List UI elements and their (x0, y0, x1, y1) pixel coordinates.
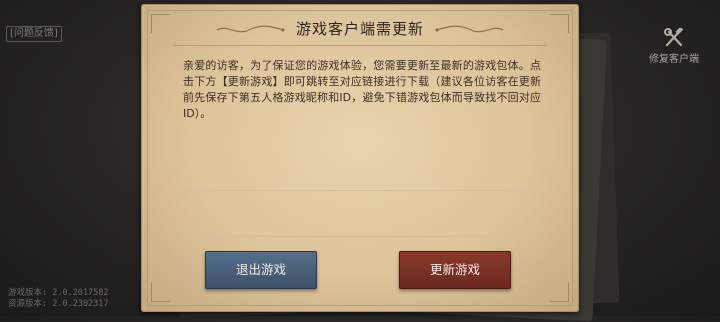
paper-rule-line (181, 236, 539, 237)
paper-rule-line (181, 190, 539, 191)
update-message: 亲爱的访客，为了保证您的游戏体验，您需要更新至最新的游戏包体。点击下方【更新游戏… (183, 59, 541, 120)
update-game-button[interactable]: 更新游戏 (399, 251, 511, 289)
repair-client-button[interactable]: 修复客户端 (640, 28, 708, 65)
update-dialog: 游戏客户端需更新 亲爱的访客，为了保证您的游戏体验，您需要更新至最新的游戏包体。… (141, 4, 579, 312)
wrench-hammer-icon (664, 28, 684, 47)
corner-ornament (151, 283, 170, 302)
title-divider (173, 45, 547, 46)
dialog-title: 游戏客户端需更新 (295, 20, 424, 38)
feedback-link[interactable]: [问题反馈] (6, 26, 62, 42)
exit-game-button[interactable]: 退出游戏 (205, 251, 317, 289)
version-info: 游戏版本: 2.0.2017582 资源版本: 2.0.2302317 (8, 288, 109, 310)
resource-version: 资源版本: 2.0.2302317 (8, 299, 109, 309)
corner-ornament (550, 283, 569, 302)
repair-client-label: 修复客户端 (649, 54, 699, 65)
game-version: 游戏版本: 2.0.2017582 (8, 288, 109, 298)
